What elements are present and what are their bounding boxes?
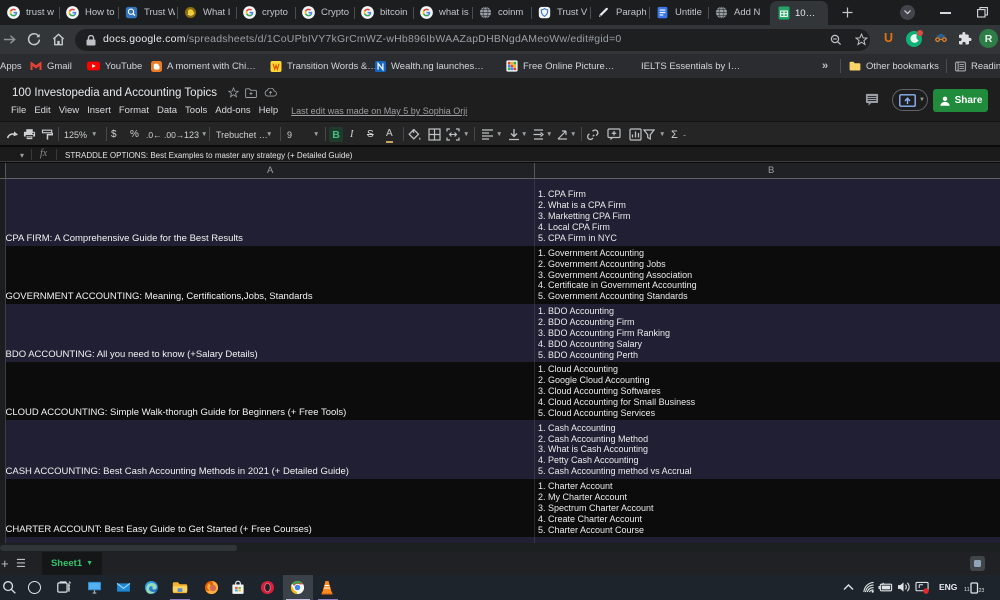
svg-text:23: 23 — [979, 588, 985, 594]
svg-text:11: 11 — [964, 587, 970, 593]
